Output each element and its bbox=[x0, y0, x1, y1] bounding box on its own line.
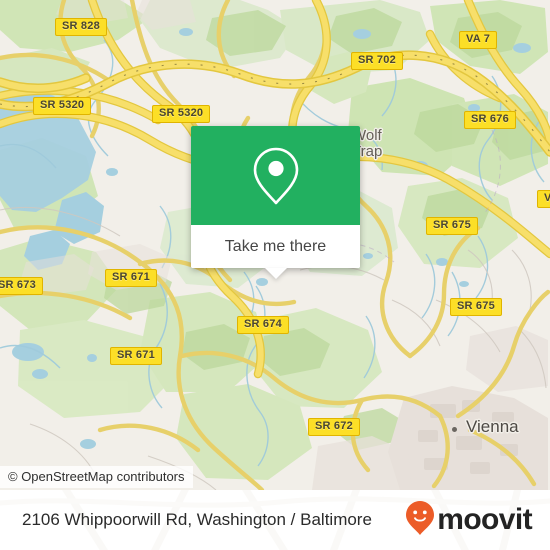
road-shield: SR 828 bbox=[55, 18, 107, 36]
popup-header bbox=[191, 126, 360, 225]
moovit-pin-smiley-icon bbox=[405, 500, 435, 541]
road-shield: SR 671 bbox=[105, 269, 157, 287]
road-shield: VA 7 bbox=[459, 31, 498, 49]
road-shield: SR 5320 bbox=[33, 97, 92, 115]
moovit-wordmark: moovit bbox=[437, 503, 532, 536]
road-shield: SR 675 bbox=[426, 217, 478, 235]
popup-action-row[interactable]: Take me there bbox=[191, 225, 360, 279]
destination-popup-card[interactable]: Take me there bbox=[191, 126, 360, 279]
road-shield: SR 674 bbox=[237, 316, 289, 334]
road-shield: SR 672 bbox=[308, 418, 360, 436]
map-attribution[interactable]: © OpenStreetMap contributors bbox=[0, 466, 193, 488]
road-shield: VA bbox=[537, 190, 550, 208]
road-shield: SR 675 bbox=[450, 298, 502, 316]
popup-pointer-tail bbox=[264, 268, 287, 279]
moovit-map-share-page: SR 828 SR 5320 SR 5320 SR 702 VA 7 SR 676 SR 6… bbox=[0, 0, 550, 550]
town-marker-dot bbox=[452, 427, 457, 432]
road-shield: SR 671 bbox=[110, 347, 162, 365]
moovit-brand-logo[interactable]: moovit bbox=[405, 500, 533, 541]
road-shield: SR 676 bbox=[464, 111, 516, 129]
destination-address-label: 2106 Whippoorwill Rd, Washington / Balti… bbox=[22, 510, 372, 529]
road-shield: SR 5320 bbox=[152, 105, 211, 123]
map-pin-icon bbox=[252, 146, 300, 206]
map-canvas[interactable]: SR 828 SR 5320 SR 5320 SR 702 VA 7 SR 676 SR 6… bbox=[0, 0, 550, 490]
take-me-there-label: Take me there bbox=[224, 237, 327, 255]
road-shield: SR 702 bbox=[351, 52, 403, 70]
road-shield: SR 673 bbox=[0, 277, 43, 295]
page-footer: 2106 Whippoorwill Rd, Washington / Balti… bbox=[0, 490, 550, 550]
place-label: Vienna bbox=[466, 417, 519, 436]
